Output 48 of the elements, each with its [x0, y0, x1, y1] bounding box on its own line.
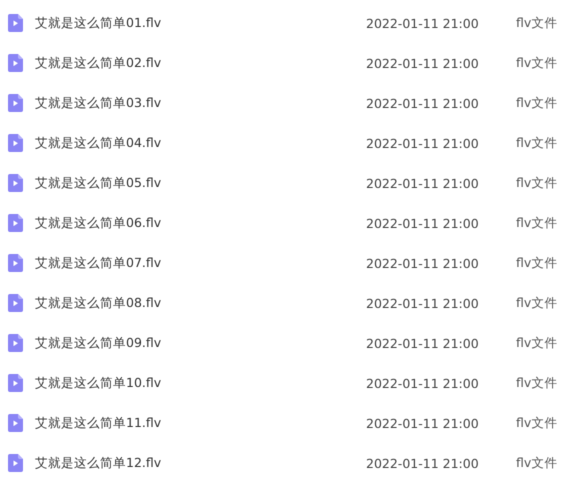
- modified-date: 2022-01-11 21:00: [366, 16, 480, 30]
- file-type: flv文件: [516, 94, 558, 112]
- file-name: 艾就是这么简单05.flv: [35, 174, 162, 192]
- video-file-icon: [8, 294, 23, 312]
- modified-date: 2022-01-11 21:00: [366, 56, 480, 70]
- file-name: 艾就是这么简单08.flv: [35, 294, 162, 312]
- modified-date: 2022-01-11 21:00: [366, 176, 480, 190]
- video-file-icon: [8, 174, 23, 192]
- modified-date: 2022-01-11 21:00: [366, 456, 480, 470]
- file-name: 艾就是这么简单03.flv: [35, 94, 162, 112]
- file-name: 艾就是这么简单07.flv: [35, 254, 162, 272]
- modified-date: 2022-01-11 21:00: [366, 336, 480, 350]
- file-type: flv文件: [516, 254, 558, 272]
- modified-date: 2022-01-11 21:00: [366, 416, 480, 430]
- modified-date: 2022-01-11 21:00: [366, 376, 480, 390]
- video-file-icon: [8, 254, 23, 272]
- modified-date: 2022-01-11 21:00: [366, 136, 480, 150]
- file-type: flv文件: [516, 294, 558, 312]
- file-type: flv文件: [516, 14, 558, 32]
- file-name: 艾就是这么简单02.flv: [35, 54, 162, 72]
- file-type: flv文件: [516, 174, 558, 192]
- modified-date: 2022-01-11 21:00: [366, 96, 480, 110]
- file-name: 艾就是这么简单09.flv: [35, 334, 162, 352]
- file-name: 艾就是这么简单04.flv: [35, 134, 162, 152]
- file-name: 艾就是这么简单11.flv: [35, 414, 162, 432]
- video-file-icon: [8, 134, 23, 152]
- file-type: flv文件: [516, 454, 558, 472]
- file-type: flv文件: [516, 134, 558, 152]
- file-type: flv文件: [516, 374, 558, 392]
- modified-date: 2022-01-11 21:00: [366, 296, 480, 310]
- file-name: 艾就是这么简单06.flv: [35, 214, 162, 232]
- modified-date: 2022-01-11 21:00: [366, 256, 480, 270]
- video-file-icon: [8, 214, 23, 232]
- video-file-icon: [8, 334, 23, 352]
- video-file-icon: [8, 54, 23, 72]
- file-type: flv文件: [516, 54, 558, 72]
- video-file-icon: [8, 374, 23, 392]
- video-file-icon: [8, 454, 23, 472]
- file-type: flv文件: [516, 334, 558, 352]
- file-type: flv文件: [516, 214, 558, 232]
- file-name: 艾就是这么简单01.flv: [35, 14, 162, 32]
- file-name: 艾就是这么简单10.flv: [35, 374, 162, 392]
- video-file-icon: [8, 414, 23, 432]
- video-file-icon: [8, 14, 23, 32]
- file-name: 艾就是这么简单12.flv: [35, 454, 162, 472]
- file-type: flv文件: [516, 414, 558, 432]
- modified-date: 2022-01-11 21:00: [366, 216, 480, 230]
- video-file-icon: [8, 94, 23, 112]
